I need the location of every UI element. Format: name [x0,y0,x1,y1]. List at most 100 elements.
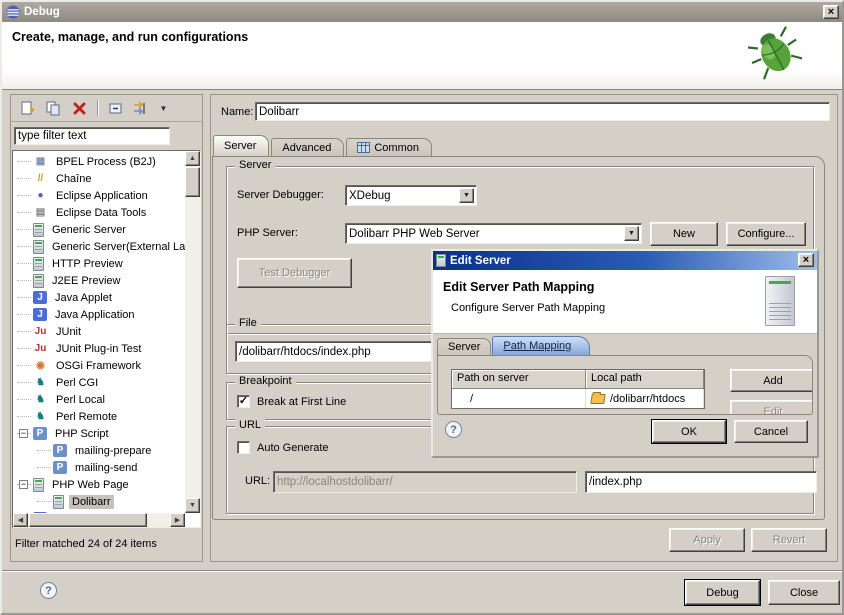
sphere-icon: ● [33,189,48,203]
tree-item-label: mailing-send [72,461,140,475]
tree-item[interactable]: ♞ Perl Remote [13,408,185,425]
toolbar-separator [97,100,98,116]
menu-dropdown-icon[interactable]: ▼ [159,100,168,116]
tree-item-label: Perl Remote [53,410,120,424]
auto-generate-checkbox[interactable] [237,441,250,454]
delete-icon[interactable] [71,100,88,116]
tree-item[interactable]: HTTP Preview [13,255,185,272]
php-server-combo[interactable]: Dolibarr PHP Web Server ▼ [345,223,642,244]
path-mapping-content: Path on server Local path //dolibarr/htd… [437,355,813,415]
dialog-tab-server[interactable]: Server [437,338,491,355]
tree-item[interactable]: //Chaîne [13,170,185,187]
tree-guide [17,280,31,281]
name-input[interactable] [255,102,830,121]
column-path-on-server[interactable]: Path on server [452,370,586,389]
debug-configurations-window: Debug × Create, manage, and run configur… [0,0,844,615]
edit-button[interactable]: Edit [730,400,813,415]
scroll-down-icon[interactable]: ▼ [185,498,200,513]
scroll-left-icon[interactable]: ◀ [13,513,28,527]
scroll-right-icon[interactable]: ▶ [170,513,185,527]
tree-item[interactable]: ◉OSGi Framework [13,357,185,374]
tree-item[interactable]: JJava Applet [13,289,185,306]
apply-button[interactable]: Apply [669,528,745,552]
collapse-all-icon[interactable] [107,100,124,116]
type-filter-input[interactable] [14,127,170,145]
tree-item[interactable]: Pmailing-send [13,459,185,476]
column-local-path[interactable]: Local path [586,370,704,389]
tree-item[interactable]: Generic Server [13,221,185,238]
tree-item[interactable]: ▤Eclipse Data Tools [13,204,185,221]
debug-button[interactable]: Debug [685,580,760,605]
window-title: Debug [24,6,60,18]
osgi-icon: ◉ [33,359,48,373]
tree-item-label: JUnit [53,325,84,339]
tree-item[interactable]: −PHP Web Page [13,476,185,493]
configurations-sidebar: ▼ ▦BPEL Process (B2J)//Chaîne●Eclipse Ap… [10,94,203,562]
configure-button[interactable]: Configure... [726,222,806,246]
tree-item-label: Perl Local [53,393,108,407]
tree-item[interactable]: ♞Perl Local [13,391,185,408]
tree-item[interactable]: Pmailing-prepare [13,442,185,459]
tree-item[interactable]: ▦BPEL Process (B2J) [13,153,185,170]
config-tabs: Server Advanced Common [213,135,434,156]
break-first-line-checkbox[interactable]: ✓ [237,395,250,408]
tree-item[interactable]: ●Eclipse Application [13,187,185,204]
bpel-icon: ▦ [33,155,48,169]
dialog-tab-path-mapping[interactable]: Path Mapping [492,336,590,355]
url-path-input[interactable] [585,471,817,493]
tree-item-label: Java Applet [52,291,115,305]
scroll-up-icon[interactable]: ▲ [185,151,200,166]
tree-item-label: Perl CGI [53,376,101,390]
tree-item[interactable]: Ju JUnit [13,323,185,340]
tree-item[interactable]: JuJUnit Plug-in Test [13,340,185,357]
vertical-scroll-thumb[interactable] [185,167,200,197]
tree-vertical-scrollbar[interactable]: ▲ ▼ [185,151,200,513]
tab-common[interactable]: Common [346,138,432,156]
dialog-close-icon[interactable]: × [798,253,814,267]
dialog-help-icon[interactable]: ? [445,421,462,438]
close-button[interactable]: Close [768,580,840,605]
table-body: //dolibarr/htdocs [452,389,704,408]
config-tree: ▦BPEL Process (B2J)//Chaîne●Eclipse Appl… [13,153,185,513]
tree-item[interactable]: JJava Application [13,306,185,323]
configurations-tree-box: ▦BPEL Process (B2J)//Chaîne●Eclipse Appl… [12,150,201,528]
cancel-button[interactable]: Cancel [734,420,808,443]
help-icon[interactable]: ? [40,582,57,599]
tab-advanced[interactable]: Advanced [271,138,344,156]
tree-guide [17,229,31,230]
tree-item[interactable]: J2EE Preview [13,272,185,289]
new-server-button[interactable]: New [650,222,718,246]
server-icon [33,240,44,254]
revert-button[interactable]: Revert [751,528,827,552]
duplicate-icon[interactable] [45,100,62,116]
tree-item[interactable]: ♞Perl CGI [13,374,185,391]
auto-generate-label: Auto Generate [257,442,329,454]
cell-local-path: /dolibarr/htdocs [586,389,704,408]
collapse-toggle-icon[interactable]: − [19,480,28,489]
horizontal-scroll-thumb[interactable] [29,513,147,527]
junit-icon: Ju [33,325,48,339]
server-tower-icon [765,276,795,326]
chevron-down-icon[interactable]: ▼ [624,226,639,241]
add-button[interactable]: Add [730,369,813,392]
tree-item[interactable]: Generic Server(External La [13,238,185,255]
server-icon [33,274,44,288]
tab-server[interactable]: Server [213,135,269,156]
dialog-header: Edit Server Path Mapping Configure Serve… [433,270,817,334]
tree-horizontal-scrollbar[interactable]: ◀ ▶ [13,513,185,527]
php-file-icon: P [53,461,67,474]
collapse-toggle-icon[interactable]: − [19,429,28,438]
test-debugger-button[interactable]: Test Debugger [237,258,352,288]
server-debugger-combo[interactable]: XDebug ▼ [345,185,477,206]
chevron-down-icon[interactable]: ▼ [459,188,474,203]
server-icon [33,257,44,271]
tree-item[interactable]: Dolibarr [13,493,185,510]
filter-icon[interactable] [133,100,150,116]
ok-button[interactable]: OK [652,420,726,443]
window-close-icon[interactable]: × [823,5,839,19]
table-row[interactable]: //dolibarr/htdocs [452,389,704,408]
perl-icon: ♞ [33,410,48,424]
server-icon [33,223,44,237]
new-configuration-icon[interactable] [19,100,36,116]
tree-item[interactable]: −PPHP Script [13,425,185,442]
